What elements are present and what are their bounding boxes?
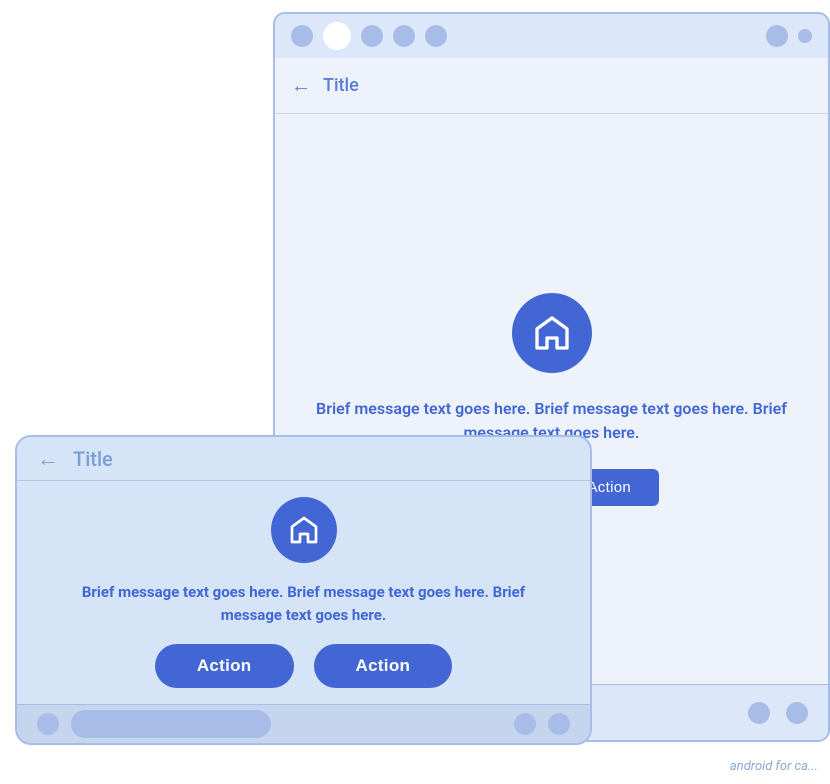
status-dot-3 bbox=[361, 25, 383, 47]
bottom-pill bbox=[71, 710, 271, 738]
status-dot-1 bbox=[291, 25, 313, 47]
status-dot-7 bbox=[798, 29, 812, 43]
watermark: android for ca... bbox=[730, 759, 818, 774]
screen-back-title: Title bbox=[323, 75, 359, 96]
screen-front-title: Title bbox=[73, 447, 113, 471]
front-action-button-1[interactable]: Action bbox=[155, 644, 294, 688]
app-bar-front: ← Title bbox=[17, 437, 590, 481]
front-icon-circle bbox=[271, 497, 337, 563]
bottom-bar-front bbox=[17, 704, 590, 743]
front-screen-content: Brief message text goes here. Brief mess… bbox=[17, 481, 590, 704]
back-icon-circle bbox=[512, 293, 592, 373]
home-icon-front bbox=[288, 514, 320, 546]
status-dot-6 bbox=[766, 25, 788, 47]
home-icon-back bbox=[532, 313, 572, 353]
status-dot-4 bbox=[393, 25, 415, 47]
front-bottom-dot-3 bbox=[548, 713, 570, 735]
status-dot-2 bbox=[323, 22, 351, 50]
front-message-text: Brief message text goes here. Brief mess… bbox=[57, 581, 550, 626]
bottom-bar-left bbox=[37, 710, 271, 738]
front-bottom-dot-2 bbox=[514, 713, 536, 735]
back-arrow-back[interactable]: ← bbox=[291, 73, 311, 98]
status-dot-5 bbox=[425, 25, 447, 47]
front-action-buttons: Action Action bbox=[155, 644, 452, 688]
back-arrow-front[interactable]: ← bbox=[37, 446, 59, 472]
status-bar-back bbox=[275, 14, 828, 58]
front-action-button-2[interactable]: Action bbox=[314, 644, 453, 688]
bottom-dot-2 bbox=[786, 702, 808, 724]
bottom-dot-1 bbox=[748, 702, 770, 724]
app-bar-back: ← Title bbox=[275, 58, 828, 114]
front-bottom-dot-1 bbox=[37, 713, 59, 735]
bottom-bar-right bbox=[514, 713, 570, 735]
front-screen: ← Title Brief message text goes here. Br… bbox=[15, 435, 592, 745]
